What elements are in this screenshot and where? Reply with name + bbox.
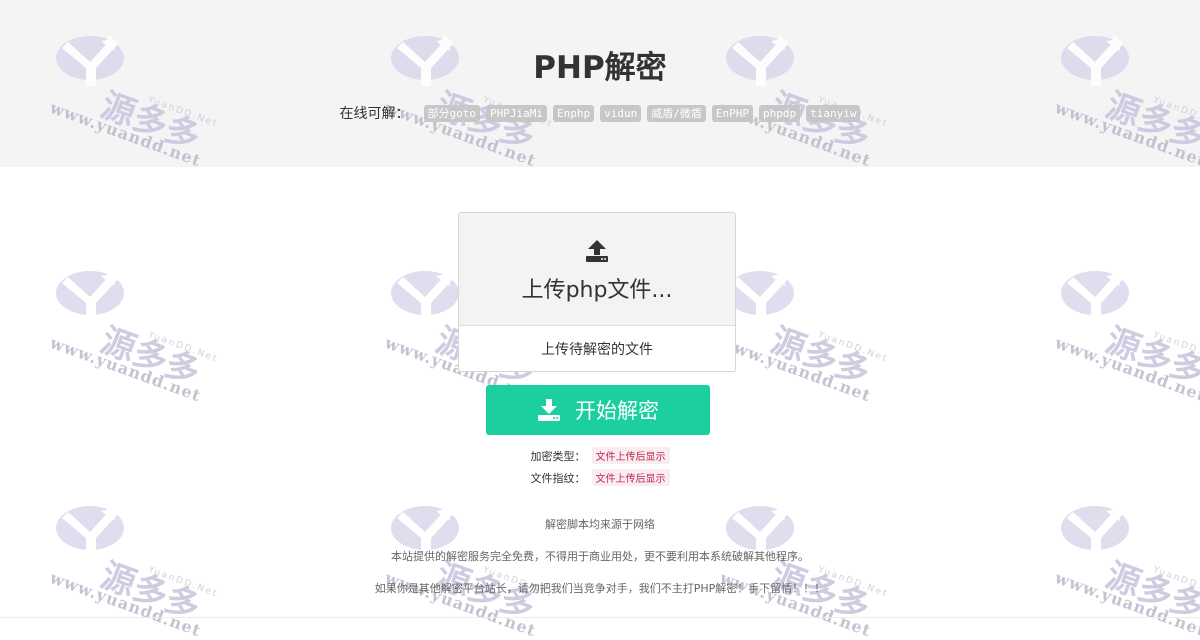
watermark-sub-text: YuanDD.Net: [816, 330, 890, 365]
page-title: PHP解密: [533, 50, 667, 86]
encryption-type-row: 加密类型： 文件上传后显示: [0, 447, 1200, 464]
download-icon: [538, 399, 560, 421]
start-decrypt-label: 开始解密: [575, 399, 659, 423]
watermark-url-text: www.yuandd.net: [382, 568, 539, 640]
watermark: 源多多YuanDD.Netwww.yuandd.net: [710, 255, 940, 405]
upload-label: 上传php文件...: [521, 278, 673, 303]
note-source: 解密脚本均来源于网络: [545, 518, 655, 531]
watermark: 源多多YuanDD.Netwww.yuandd.net: [1045, 255, 1200, 405]
file-fingerprint-row: 文件指纹： 文件上传后显示: [0, 469, 1200, 486]
format-tag: EnPHP: [711, 104, 753, 122]
encryption-type-value: 文件上传后显示: [591, 447, 670, 464]
watermark-logo-text: 源多多: [1100, 320, 1200, 393]
upload-hint: 上传待解密的文件: [541, 342, 653, 358]
footer-divider: [0, 617, 1200, 618]
upload-panel: 上传php文件... 上传待解密的文件: [458, 212, 736, 372]
watermark-url-text: www.yuandd.net: [1052, 333, 1200, 406]
upload-file-button[interactable]: 上传php文件...: [459, 213, 735, 326]
file-fingerprint-label: 文件指纹：: [530, 471, 586, 485]
file-fingerprint-value: 文件上传后显示: [591, 469, 670, 486]
upload-icon: [586, 240, 608, 262]
format-tag: 部分goto: [423, 104, 481, 122]
supported-label: 在线可解：: [339, 106, 410, 122]
note-competitors: 如果你是其他解密平台站长，请勿把我们当竞争对手，我们不主打PHP解密！手下留情！…: [374, 582, 826, 595]
watermark-sub-text: YuanDD.Net: [146, 330, 220, 365]
encryption-type-label: 加密类型：: [530, 449, 586, 463]
format-tag: tianyiw: [806, 104, 861, 122]
watermark-logo-text: 源多多: [95, 320, 206, 393]
watermark: 源多多YuanDD.Netwww.yuandd.net: [40, 255, 270, 405]
watermark-url-text: www.yuandd.net: [47, 568, 204, 640]
supported-formats: 在线可解： 部分goto PHPJiaMi Enphp vidun 威盾/微盾 …: [0, 103, 1200, 123]
watermark-logo-icon: [1061, 269, 1129, 321]
watermark-logo-text: 源多多: [765, 320, 876, 393]
watermark-url-text: www.yuandd.net: [717, 333, 874, 406]
format-tag: phpdp: [759, 104, 801, 122]
watermark-url-text: www.yuandd.net: [717, 568, 874, 640]
watermark-sub-text: YuanDD.Net: [1151, 330, 1200, 365]
format-tag: 威盾/微盾: [647, 104, 706, 122]
watermark-logo-icon: [56, 269, 124, 321]
watermark-url-text: www.yuandd.net: [1052, 568, 1200, 640]
format-tag: PHPJiaMi: [486, 104, 547, 122]
watermark-url-text: www.yuandd.net: [47, 333, 204, 406]
format-tag: vidun: [600, 104, 642, 122]
start-decrypt-button[interactable]: 开始解密: [486, 385, 710, 435]
format-tag: Enphp: [553, 104, 595, 122]
note-free-service: 本站提供的解密服务完全免费，不得用于商业用处，更不要利用本系统破解其他程序。: [391, 550, 809, 563]
